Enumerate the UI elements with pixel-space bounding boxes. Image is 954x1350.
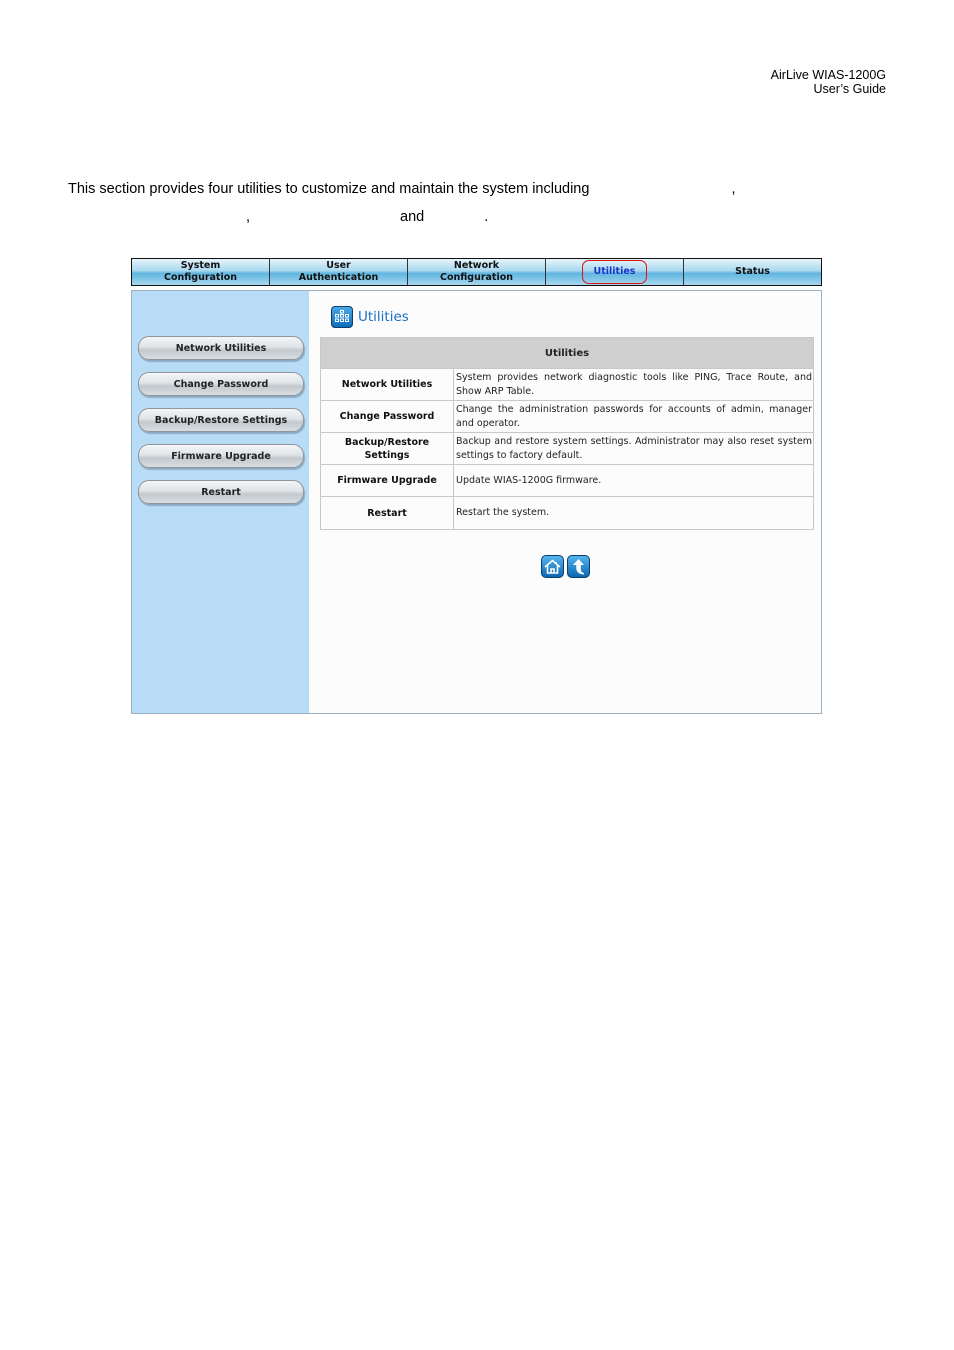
top-nav: System Configuration User Authentication N… [131, 258, 822, 286]
page-title: Utilities [331, 306, 409, 328]
table-row: Restart Restart the system. [320, 496, 814, 530]
sidebar-button-backup-restore[interactable]: Backup/Restore Settings [138, 408, 304, 432]
sidebar-button-restart[interactable]: Restart [138, 480, 304, 504]
tab-utilities[interactable]: Utilities [546, 259, 684, 285]
sidebar-button-network-utilities[interactable]: Network Utilities [138, 336, 304, 360]
content-panel: Network Utilities Change Password Backup… [131, 290, 822, 714]
intro-paragraph: This section provides four utilities to … [68, 181, 736, 225]
table-row: Firmware Upgrade Update WIAS-1200G firmw… [320, 464, 814, 497]
document-header: AirLive WIAS-1200G User’s Guide [771, 68, 886, 96]
tab-network-configuration[interactable]: Network Configuration [408, 259, 546, 285]
tab-status[interactable]: Status [684, 259, 821, 285]
intro-text: This section provides four utilities to … [68, 181, 590, 197]
sidebar-button-firmware-upgrade[interactable]: Firmware Upgrade [138, 444, 304, 468]
doc-title: User’s Guide [813, 82, 887, 96]
home-icon[interactable] [541, 555, 564, 578]
nav-icons [541, 555, 590, 578]
admin-ui-screenshot: System Configuration User Authentication N… [131, 258, 822, 714]
tab-user-authentication[interactable]: User Authentication [270, 259, 408, 285]
table-row: Backup/Restore Settings Backup and resto… [320, 432, 814, 465]
table-row: Network Utilities System provides networ… [320, 368, 814, 401]
utilities-grid-icon [331, 306, 353, 328]
page-title-text: Utilities [358, 309, 409, 325]
tab-system-configuration[interactable]: System Configuration [132, 259, 270, 285]
table-row: Change Password Change the administratio… [320, 400, 814, 433]
utilities-table: Utilities Network Utilities System provi… [320, 337, 814, 530]
product-name: AirLive WIAS-1200G [770, 68, 886, 82]
up-arrow-icon[interactable] [567, 555, 590, 578]
sidebar: Network Utilities Change Password Backup… [132, 291, 309, 713]
sidebar-button-change-password[interactable]: Change Password [138, 372, 304, 396]
table-header: Utilities [320, 337, 814, 369]
